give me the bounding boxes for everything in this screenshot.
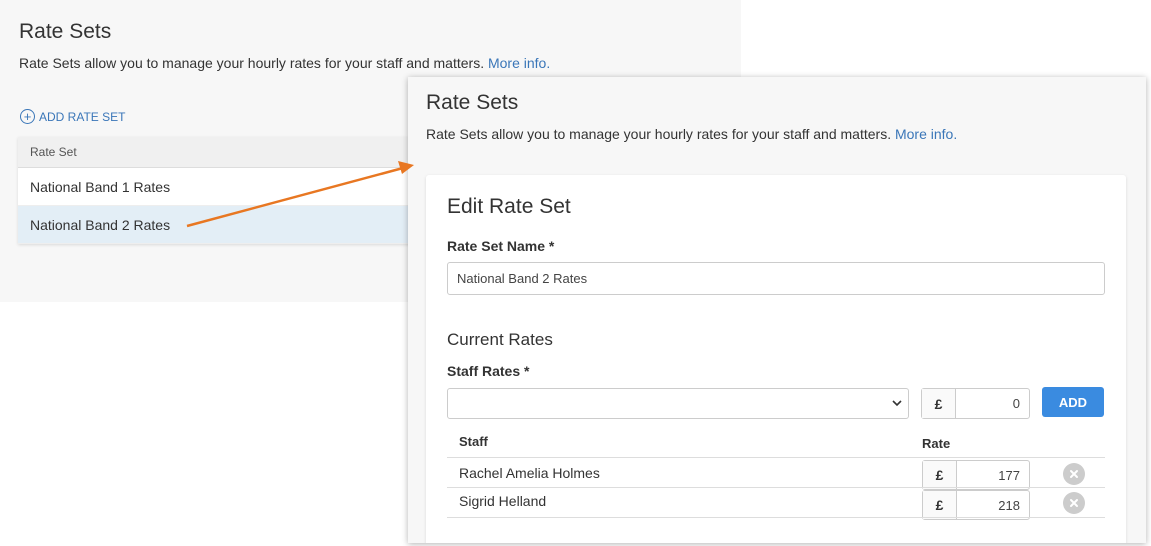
page-description: Rate Sets allow you to manage your hourl… bbox=[19, 55, 551, 71]
staff-rates-label: Staff Rates * bbox=[447, 363, 530, 379]
panel-description: Rate Sets allow you to manage your hourl… bbox=[426, 126, 958, 142]
table-header: Rate Set bbox=[18, 137, 418, 168]
table-row-selected[interactable]: National Band 2 Rates bbox=[18, 206, 418, 244]
staff-rate-input[interactable]: £ 177 bbox=[922, 460, 1030, 490]
add-staff-rate-button[interactable]: ADD bbox=[1042, 387, 1104, 417]
rate-set-name-label: Rate Set Name * bbox=[447, 238, 555, 254]
edit-rate-set-panel: Rate Sets Rate Sets allow you to manage … bbox=[408, 77, 1146, 543]
column-header-staff: Staff bbox=[459, 434, 488, 449]
current-rates-heading: Current Rates bbox=[447, 330, 553, 349]
rate-value: 0 bbox=[1012, 396, 1020, 411]
staff-name: Sigrid Helland bbox=[459, 493, 547, 509]
rate-value: 218 bbox=[998, 497, 1020, 513]
page-title: Rate Sets bbox=[19, 20, 112, 43]
table-divider bbox=[447, 517, 1105, 518]
more-info-link[interactable]: More info. bbox=[488, 55, 550, 71]
staff-name: Rachel Amelia Holmes bbox=[459, 465, 600, 481]
close-icon bbox=[1070, 499, 1078, 507]
rate-value: 177 bbox=[998, 467, 1020, 483]
new-rate-input[interactable]: £ 0 bbox=[921, 388, 1030, 419]
currency-symbol: £ bbox=[923, 491, 957, 519]
card-title: Edit Rate Set bbox=[447, 195, 571, 218]
plus-circle-icon: + bbox=[20, 109, 35, 124]
remove-staff-rate-button[interactable] bbox=[1063, 463, 1085, 485]
staff-select[interactable] bbox=[447, 388, 909, 419]
edit-rate-set-card: Edit Rate Set Rate Set Name * National B… bbox=[426, 175, 1126, 543]
currency-symbol: £ bbox=[922, 389, 956, 418]
close-icon bbox=[1070, 470, 1078, 478]
column-header-rate: Rate bbox=[922, 436, 951, 451]
table-row: Sigrid Helland £ 218 bbox=[447, 487, 1105, 520]
chevron-down-icon bbox=[892, 400, 902, 407]
more-info-link[interactable]: More info. bbox=[895, 126, 957, 142]
add-rate-set-button[interactable]: + ADD RATE SET bbox=[20, 109, 125, 124]
remove-staff-rate-button[interactable] bbox=[1063, 492, 1085, 514]
rate-set-name-input[interactable]: National Band 2 Rates bbox=[447, 262, 1105, 295]
currency-symbol: £ bbox=[923, 461, 957, 489]
rate-set-table: Rate Set National Band 1 Rates National … bbox=[18, 137, 418, 244]
staff-rate-input[interactable]: £ 218 bbox=[922, 490, 1030, 520]
table-row[interactable]: National Band 1 Rates bbox=[18, 168, 418, 206]
table-row: Rachel Amelia Holmes £ 177 bbox=[447, 457, 1105, 490]
panel-title: Rate Sets bbox=[426, 91, 519, 114]
